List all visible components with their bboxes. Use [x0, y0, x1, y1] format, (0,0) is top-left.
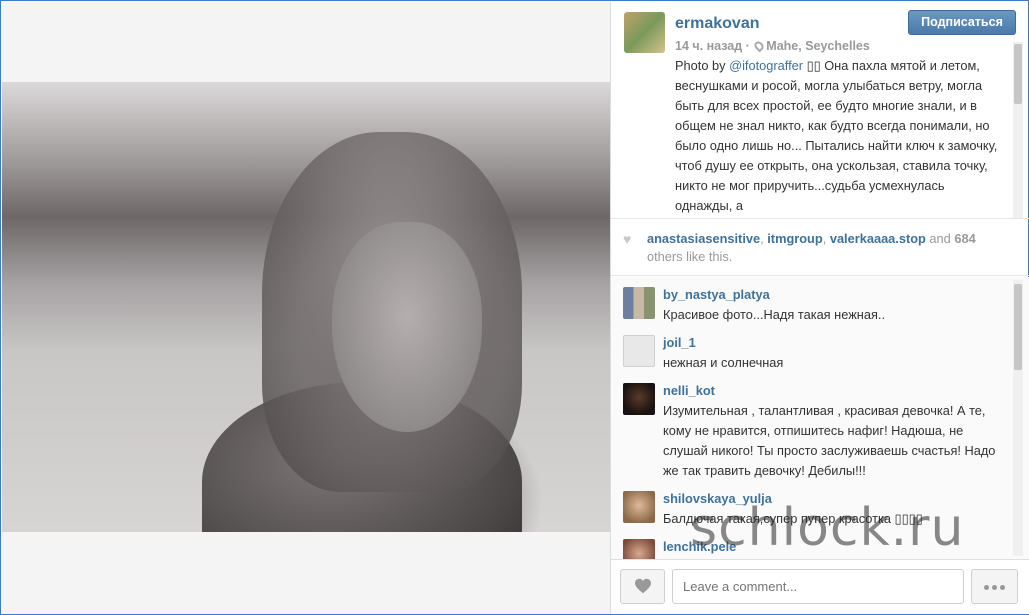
- ellipsis-icon: [1000, 585, 1005, 590]
- ellipsis-icon: [984, 585, 989, 590]
- scrollbar-thumb[interactable]: [1014, 284, 1022, 370]
- commenter-avatar[interactable]: [623, 287, 655, 319]
- comment-username[interactable]: joil_1: [663, 335, 696, 350]
- post-photo[interactable]: [2, 82, 610, 532]
- commenter-avatar[interactable]: [623, 491, 655, 523]
- comment-text: Изумительная , талантливая , красивая де…: [663, 403, 996, 478]
- commenter-avatar[interactable]: [623, 335, 655, 367]
- location-pin-icon: [752, 39, 766, 53]
- comment-username[interactable]: by_nastya_platya: [663, 287, 770, 302]
- post-time[interactable]: 14 ч. назад: [675, 39, 742, 53]
- comment-input[interactable]: [672, 569, 964, 604]
- heart-icon: [635, 578, 651, 594]
- likes-section: ♥ anastasiasensitive, itmgroup, valerkaa…: [611, 218, 1029, 276]
- post-header: ermakovan Подписаться 14 ч. назад · Mahe…: [611, 2, 1029, 218]
- caption-mention-link[interactable]: @ifotograffer: [729, 58, 803, 73]
- photo-area: [2, 2, 610, 614]
- liker-link[interactable]: anastasiasensitive: [647, 231, 760, 246]
- comment-username[interactable]: nelli_kot: [663, 383, 715, 398]
- post-meta: 14 ч. назад · Mahe, Seychelles: [675, 39, 870, 53]
- like-button[interactable]: [620, 569, 665, 604]
- meta-separator: ·: [745, 39, 754, 53]
- comment-text: нежная и солнечная: [663, 355, 784, 370]
- post-location[interactable]: Mahe, Seychelles: [766, 39, 870, 53]
- ellipsis-icon: [992, 585, 997, 590]
- user-avatar[interactable]: [624, 12, 665, 53]
- comment-text: Красивое фото...Надя такая нежная..: [663, 307, 885, 322]
- liker-link[interactable]: itmgroup: [767, 231, 822, 246]
- watermark: schlock.ru: [690, 498, 965, 558]
- liker-link[interactable]: valerkaaaa.stop: [830, 231, 926, 246]
- more-options-button[interactable]: [971, 569, 1018, 604]
- commenter-avatar[interactable]: [623, 539, 655, 559]
- heart-icon: ♥: [623, 231, 632, 247]
- comment-footer: [611, 559, 1029, 614]
- photo-shape: [332, 222, 482, 432]
- post-caption: Photo by @ifotograffer ▯▯ Она пахла мято…: [675, 56, 1005, 216]
- caption-scrollbar[interactable]: [1013, 42, 1023, 218]
- likes-suffix: others like this.: [647, 249, 733, 264]
- likes-text: anastasiasensitive, itmgroup, valerkaaaa…: [647, 230, 997, 266]
- likes-separator: ,: [822, 231, 830, 246]
- caption-prefix: Photo by: [675, 58, 730, 73]
- comments-scrollbar[interactable]: [1013, 280, 1023, 556]
- commenter-avatar[interactable]: [623, 383, 655, 415]
- likes-and: and: [925, 231, 955, 246]
- caption-text: ▯▯ Она пахла мятой и летом, веснушками и…: [675, 58, 998, 213]
- follow-button[interactable]: Подписаться: [908, 10, 1016, 35]
- scrollbar-thumb[interactable]: [1014, 44, 1022, 104]
- likes-count[interactable]: 684: [954, 231, 975, 246]
- post-username[interactable]: ermakovan: [675, 15, 760, 33]
